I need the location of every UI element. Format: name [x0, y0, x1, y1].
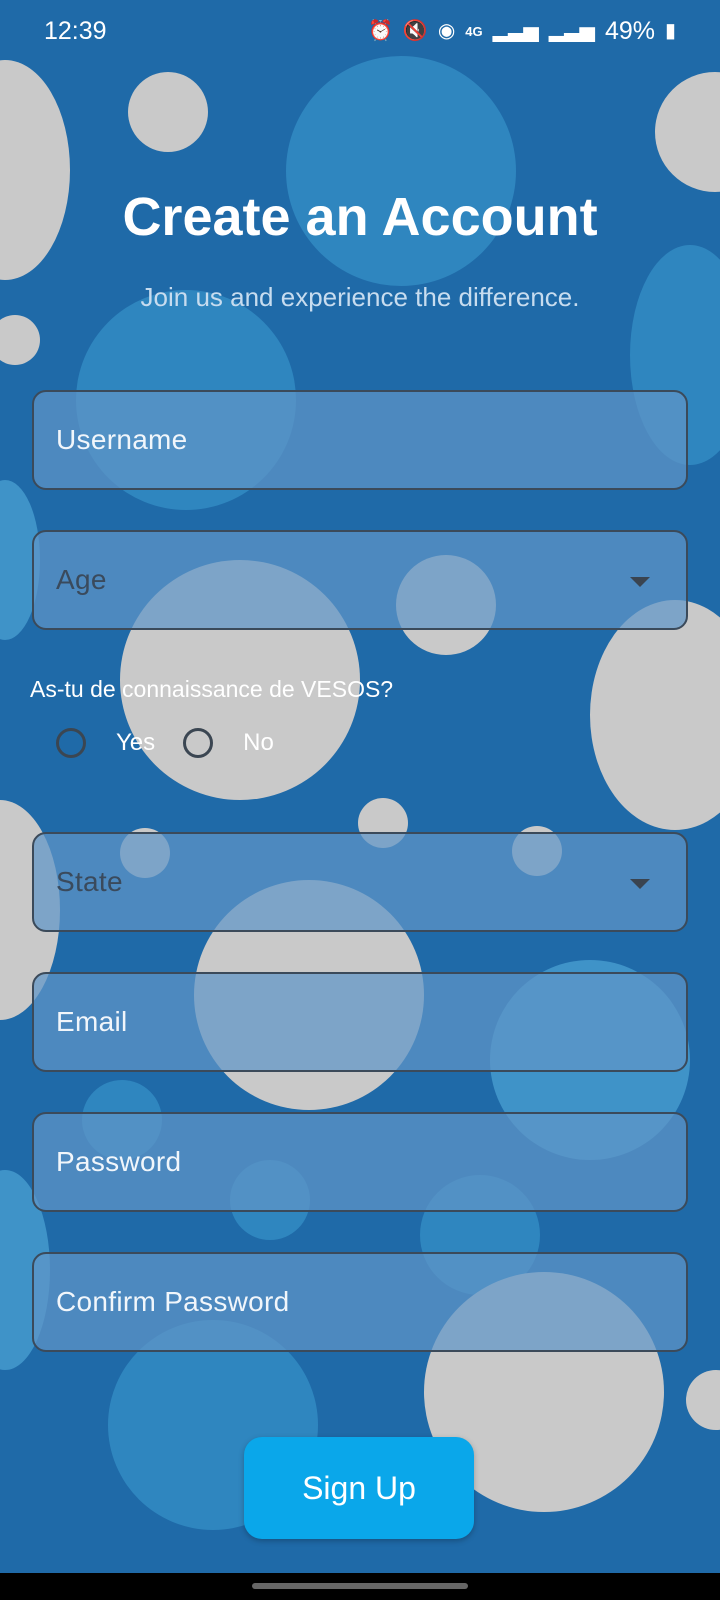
- radio-yes[interactable]: [56, 728, 86, 758]
- signal-icon: ▂▃▅: [548, 20, 595, 42]
- battery-percent: 49%: [604, 16, 655, 45]
- sign-up-button[interactable]: Sign Up: [244, 1437, 474, 1539]
- email-label: Email: [56, 1006, 128, 1037]
- status-icons: ⏰ 🔇 ◉ 4G ▂▃▅ ▂▃▅ 49% ▮: [368, 17, 676, 46]
- vesos-question: As-tu de connaissance de VESOS?: [30, 676, 394, 702]
- confirm-password-field[interactable]: Confirm Password: [32, 1252, 688, 1352]
- battery-icon: ▮: [664, 20, 676, 42]
- username-label: Username: [56, 424, 188, 455]
- email-field[interactable]: Email: [32, 972, 688, 1072]
- radio-no[interactable]: [183, 728, 214, 758]
- page-title: Create an Account: [122, 187, 598, 247]
- status-bar: 12:39 ⏰ 🔇 ◉ 4G ▂▃▅ ▂▃▅ 49% ▮: [0, 0, 720, 62]
- radio-no-label[interactable]: No: [243, 729, 274, 757]
- navigation-bar: [0, 1573, 720, 1600]
- dropdown-arrow-icon: [630, 879, 650, 889]
- confirm-password-label: Confirm Password: [56, 1286, 290, 1317]
- home-gesture-handle[interactable]: [252, 1583, 468, 1589]
- radio-yes-label[interactable]: Yes: [116, 729, 155, 757]
- dropdown-arrow-icon: [630, 577, 650, 587]
- mute-icon: 🔇: [402, 20, 428, 42]
- password-field[interactable]: Password: [32, 1112, 688, 1212]
- signal-icon: ▂▃▅: [492, 20, 539, 42]
- age-label: Age: [56, 564, 107, 595]
- password-label: Password: [56, 1146, 182, 1177]
- vesos-radio-group: Yes No: [56, 728, 302, 758]
- state-dropdown[interactable]: State: [32, 832, 688, 932]
- hotspot-icon: ◉: [437, 20, 456, 42]
- username-field[interactable]: Username: [32, 390, 688, 490]
- page-subtitle: Join us and experience the difference.: [140, 282, 580, 312]
- status-time: 12:39: [44, 16, 107, 45]
- age-dropdown[interactable]: Age: [32, 530, 688, 630]
- state-label: State: [56, 866, 123, 897]
- 4g-icon: 4G: [465, 23, 483, 39]
- alarm-icon: ⏰: [368, 20, 393, 42]
